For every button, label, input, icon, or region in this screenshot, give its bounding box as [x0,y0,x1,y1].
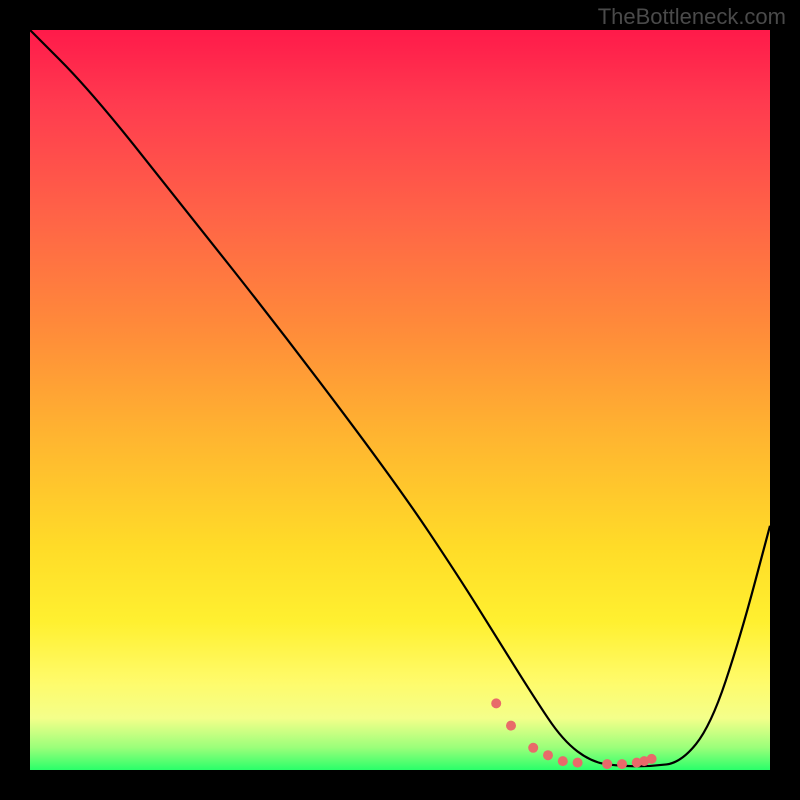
marker-dot [491,698,501,708]
watermark-text: TheBottleneck.com [598,4,786,30]
marker-dot [506,721,516,731]
chart-svg [30,30,770,770]
marker-dot [617,759,627,769]
marker-dot [543,750,553,760]
marker-dot [647,754,657,764]
sweet-spot-markers [491,698,656,769]
marker-dot [528,743,538,753]
marker-dot [573,758,583,768]
marker-dot [558,756,568,766]
bottleneck-curve [30,30,770,766]
chart-plot-area [30,30,770,770]
marker-dot [602,759,612,769]
